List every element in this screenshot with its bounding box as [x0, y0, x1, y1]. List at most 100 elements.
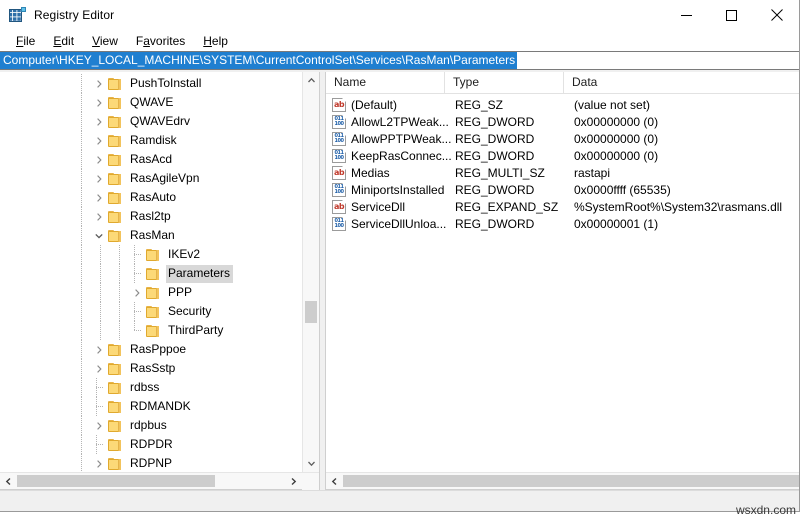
folder-icon	[145, 286, 161, 300]
tree-item-raspppoe[interactable]: RasPppoe	[0, 340, 302, 359]
tree-item-rasauto[interactable]: RasAuto	[0, 188, 302, 207]
tree-item-rasacd[interactable]: RasAcd	[0, 150, 302, 169]
list-hscroll-thumb[interactable]	[343, 475, 799, 487]
tree-scroll-up-button[interactable]	[303, 72, 319, 89]
value-row[interactable]: 011 100 ServiceDllUnloa... REG_DWORD 0x00000…	[326, 215, 799, 232]
address-bar[interactable]: Computer\HKEY_LOCAL_MACHINE\SYSTEM\Curre…	[0, 51, 799, 70]
tree-scroll-left-button[interactable]	[0, 473, 17, 489]
list-hscroll-track[interactable]	[343, 473, 799, 489]
chevron-right-icon[interactable]	[91, 169, 107, 188]
chevron-right-icon[interactable]	[91, 207, 107, 226]
tree-guide-line	[91, 283, 110, 302]
tree-item-qwavedrv[interactable]: QWAVEdrv	[0, 112, 302, 131]
menu-file-rest: ile	[23, 33, 36, 48]
tree-item-label: RasPppoe	[130, 341, 187, 356]
menu-help[interactable]: Help	[194, 32, 237, 50]
tree-hscroll-track[interactable]	[17, 473, 285, 489]
value-row[interactable]: 011 100 MiniportsInstalled REG_DWORD 0x0000f…	[326, 181, 799, 198]
folder-icon	[107, 438, 123, 452]
list-horizontal-scrollbar[interactable]	[326, 472, 799, 489]
tree-scroll-right-button[interactable]	[285, 473, 302, 489]
tree-item-rdbss[interactable]: rdbss	[0, 378, 302, 397]
tree-item-rdpbus[interactable]: rdpbus	[0, 416, 302, 435]
tree-guide-line	[72, 321, 91, 340]
tree-item-ramdisk[interactable]: Ramdisk	[0, 131, 302, 150]
maximize-button[interactable]	[709, 0, 754, 30]
tree-item-rasagilevpn[interactable]: RasAgileVpn	[0, 169, 302, 188]
chevron-right-icon[interactable]	[91, 454, 107, 472]
dword-value-icon: 011 100	[332, 114, 346, 129]
menu-bar: File Edit View Favorites Help	[0, 30, 799, 51]
chevron-right-icon[interactable]	[91, 93, 107, 112]
values-list[interactable]: ab (Default) REG_SZ (value not set) 011 100 Al…	[326, 94, 799, 472]
tree-hscroll-thumb[interactable]	[17, 475, 216, 487]
tree-scroll-down-button[interactable]	[303, 455, 319, 472]
folder-icon	[145, 324, 161, 338]
tree-item-ikev2[interactable]: IKEv2	[0, 245, 302, 264]
tree-item-ppp[interactable]: PPP	[0, 283, 302, 302]
chevron-right-icon[interactable]	[91, 359, 107, 378]
tree-item-parameters[interactable]: Parameters	[0, 264, 302, 283]
tree-item-rassstp[interactable]: RasSstp	[0, 359, 302, 378]
tree-item-security[interactable]: Security	[0, 302, 302, 321]
menu-favorites[interactable]: Favorites	[127, 32, 194, 50]
chevron-right-icon[interactable]	[91, 74, 107, 93]
minimize-button[interactable]	[664, 0, 709, 30]
menu-edit[interactable]: Edit	[44, 32, 83, 50]
value-data-cell: 0x00000000 (0)	[574, 114, 659, 129]
column-header-data[interactable]: Data	[564, 72, 799, 94]
column-header-name[interactable]: Name	[326, 71, 445, 94]
value-row[interactable]: ab ServiceDll REG_EXPAND_SZ %SystemRoot%\Sy…	[326, 198, 799, 215]
tree-vscroll-track[interactable]	[303, 89, 319, 455]
chevron-down-icon[interactable]	[91, 226, 107, 245]
folder-icon	[107, 115, 123, 129]
tree-scroll-viewport[interactable]: PushToInstall QWAVE QWAVEdrv Ramdisk RasAcd R…	[0, 72, 302, 472]
tree-item-label: RasMan	[130, 227, 175, 242]
tree-elbow-connector	[129, 321, 145, 340]
folder-icon	[107, 381, 123, 395]
list-scroll-left-button[interactable]	[326, 473, 343, 489]
tree-vscroll-thumb[interactable]	[305, 301, 317, 324]
chevron-right-icon[interactable]	[91, 131, 107, 150]
value-row[interactable]: ab (Default) REG_SZ (value not set)	[326, 96, 799, 113]
tree-item-thirdparty[interactable]: ThirdParty	[0, 321, 302, 340]
chevron-right-icon[interactable]	[91, 340, 107, 359]
tree-vertical-scrollbar[interactable]	[302, 72, 319, 472]
value-row[interactable]: 011 100 AllowL2TPWeak... REG_DWORD 0x0000000…	[326, 113, 799, 130]
menu-file[interactable]: File	[7, 32, 44, 50]
value-row[interactable]: 011 100 KeepRasConnec... REG_DWORD 0x0000000…	[326, 147, 799, 164]
address-path-text[interactable]: Computer\HKEY_LOCAL_MACHINE\SYSTEM\Curre…	[0, 52, 518, 69]
column-header-type[interactable]: Type	[445, 71, 564, 94]
tree-guide-line	[72, 454, 91, 472]
string-value-icon: ab	[332, 97, 346, 112]
tree-guide-line	[110, 302, 129, 321]
value-row[interactable]: ab Medias REG_MULTI_SZ rastapi	[326, 164, 799, 181]
tree-item-rasl2tp[interactable]: Rasl2tp	[0, 207, 302, 226]
chevron-right-icon[interactable]	[91, 416, 107, 435]
value-row[interactable]: 011 100 AllowPPTPWeak... REG_DWORD 0x0000000…	[326, 130, 799, 147]
tree-item-qwave[interactable]: QWAVE	[0, 93, 302, 112]
chevron-right-icon[interactable]	[91, 112, 107, 131]
chevron-right-icon[interactable]	[129, 283, 145, 302]
close-button[interactable]	[754, 0, 799, 30]
tree-guide-line	[72, 283, 91, 302]
tree-item-rdpnp[interactable]: RDPNP	[0, 454, 302, 472]
tree-guide-line	[72, 188, 91, 207]
chevron-right-icon[interactable]	[91, 150, 107, 169]
tree-horizontal-scrollbar[interactable]	[0, 472, 319, 490]
menu-view[interactable]: View	[83, 32, 127, 50]
tree-item-pushtoinstall[interactable]: PushToInstall	[0, 74, 302, 93]
status-bar	[0, 490, 799, 511]
chevron-right-icon[interactable]	[91, 188, 107, 207]
folder-icon	[145, 305, 161, 319]
tree-item-rasman[interactable]: RasMan	[0, 226, 302, 245]
tree-item-rdmandk[interactable]: RDMANDK	[0, 397, 302, 416]
tree-guide-line	[72, 378, 91, 397]
tree-item-rdpdr[interactable]: RDPDR	[0, 435, 302, 454]
tree-item-label: RasAcd	[130, 151, 173, 166]
